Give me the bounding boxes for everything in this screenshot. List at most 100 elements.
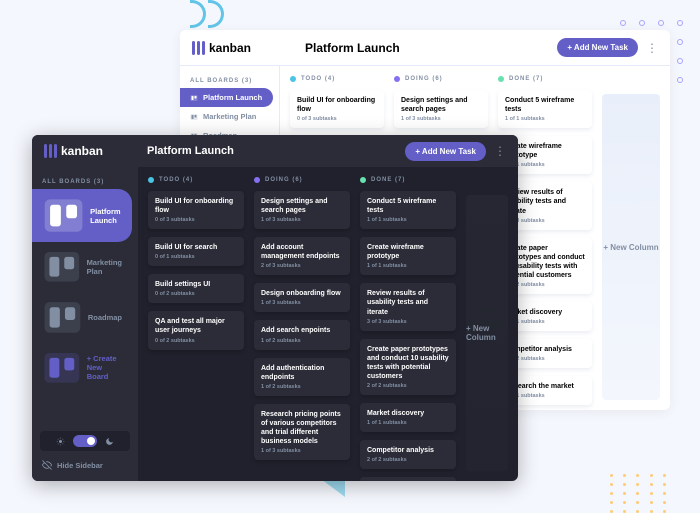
task-title: Competitor analysis [367,446,449,455]
task-title: QA and test all major user journeys [155,317,237,335]
column-name: DONE (7) [509,76,543,82]
sidebar-item-label: Marketing Plan [203,112,256,121]
status-dot-icon [498,76,504,82]
task-subtasks: 1 of 1 subtasks [505,116,585,122]
task-card[interactable]: Review results of usability tests and it… [360,283,456,330]
add-task-button[interactable]: + Add New Task [405,142,486,161]
task-card[interactable]: Add account management endpoints 2 of 3 s… [254,237,350,275]
task-subtasks: 2 of 2 subtasks [367,383,449,389]
logo-bars-icon [44,144,57,158]
task-subtasks: 1 of 1 subtasks [367,263,449,269]
task-subtasks: 3 of 3 subtasks [367,319,449,325]
task-title: Review results of usability tests and it… [367,289,449,316]
task-subtasks: 1 of 3 subtasks [401,116,481,122]
sidebar-item-label: Marketing Plan [87,258,122,276]
task-title: Research pricing points of various compe… [261,410,343,446]
logo-bars-icon [192,41,205,55]
status-dot-icon [290,76,296,82]
sidebar-item-marketing-plan[interactable]: Marketing Plan [32,242,132,292]
task-subtasks: 1 of 3 subtasks [261,448,343,454]
create-board-label: + Create New Board [87,354,122,381]
column-header: DOING (6) [254,177,350,183]
sidebar-item-marketing-plan[interactable]: Marketing Plan [180,107,273,126]
sidebar-item-platform-launch[interactable]: Platform Launch [180,88,273,107]
create-board-button[interactable]: + Create New Board [32,343,132,393]
task-card[interactable]: Research pricing points of various compe… [254,404,350,460]
status-dot-icon [148,177,154,183]
task-subtasks: 1 of 2 subtasks [261,384,343,390]
task-title: Add account management endpoints [261,243,343,261]
task-subtasks: 1 of 3 subtasks [261,217,343,223]
column-name: TODO (4) [159,177,193,183]
task-card[interactable]: Create paper prototypes and conduct 10 u… [360,339,456,395]
task-card[interactable]: Build UI for onboarding flow0 of 3 subta… [148,191,244,229]
column-name: DONE (7) [371,177,405,183]
task-card[interactable]: Add authentication endpoints1 of 2 subta… [254,358,350,396]
column-header: DONE (7) [360,177,456,183]
task-card[interactable]: Competitor analysis 2 of 2 subtasks [360,440,456,469]
status-dot-icon [254,177,260,183]
logo: kanban [44,144,103,158]
logo: kanban [192,41,251,55]
boards-heading: ALL BOARDS (3) [180,74,279,88]
boards-heading: ALL BOARDS (3) [32,175,138,189]
task-title: Create paper prototypes and conduct 10 u… [367,345,449,381]
column-header: DOING (6) [394,76,488,82]
task-card[interactable]: Design settings and search pages1 of 3 s… [394,90,488,128]
task-card[interactable]: Conduct 5 wireframe tests1 of 1 subtasks [360,191,456,229]
task-title: Market discovery [367,409,449,418]
sidebar-item-label: Roadmap [88,313,122,322]
kebab-menu-icon[interactable]: ⋮ [494,144,506,158]
column-name: DOING (6) [265,177,303,183]
task-subtasks: 2 of 3 subtasks [261,263,343,269]
task-title: Build UI for onboarding flow [155,197,237,215]
sun-icon [56,437,65,446]
new-column-button[interactable]: + New Column [466,195,508,471]
task-card[interactable]: Design onboarding flow 1 of 3 subtasks [254,283,350,312]
task-subtasks: 2 of 2 subtasks [367,457,449,463]
column-name: TODO (4) [301,76,335,82]
task-subtasks: 0 of 2 subtasks [155,291,237,297]
task-card[interactable]: Build settings UI0 of 2 subtasks [148,274,244,303]
add-task-button[interactable]: + Add New Task [557,38,638,57]
column: DOING (6) Design settings and search page… [254,177,350,471]
sidebar-item-label: Platform Launch [90,207,122,225]
app-name: kanban [209,41,251,55]
sidebar-item-platform-launch[interactable]: Platform Launch [32,189,132,242]
task-card[interactable]: Add search enpoints1 of 2 subtasks [254,320,350,349]
eye-off-icon [42,460,52,470]
task-subtasks: 1 of 3 subtasks [261,300,343,306]
new-column-button[interactable]: + New Column [602,94,660,400]
status-dot-icon [360,177,366,183]
task-subtasks: 0 of 3 subtasks [297,116,377,122]
toggle-switch[interactable] [73,435,97,447]
column-header: DONE (7) [498,76,592,82]
column-header: TODO (4) [148,177,244,183]
sidebar-item-label: Platform Launch [203,93,262,102]
task-subtasks: 1 of 1 subtasks [367,420,449,426]
sidebar-item-roadmap[interactable]: Roadmap [32,292,132,343]
header: kanban Platform Launch + Add New Task ⋮ [32,135,518,167]
task-subtasks: 0 of 1 subtasks [155,254,237,260]
task-subtasks: 0 of 2 subtasks [155,338,237,344]
task-card[interactable]: Conduct 5 wireframe tests1 of 1 subtasks [498,90,592,128]
theme-toggle[interactable] [40,431,130,451]
task-card[interactable]: Create wireframe prototype1 of 1 subtask… [360,237,456,275]
task-card[interactable]: Market discovery 1 of 1 subtasks [360,403,456,432]
moon-icon [105,437,114,446]
column-header: TODO (4) [290,76,384,82]
page-title: Platform Launch [305,41,400,55]
hide-sidebar-button[interactable]: Hide Sidebar [40,457,130,473]
task-card[interactable]: Build UI for onboarding flow0 of 3 subta… [290,90,384,128]
task-card[interactable]: Build UI for search0 of 1 subtasks [148,237,244,266]
sidebar: ALL BOARDS (3) Platform Launch Marketing … [32,167,138,481]
column: DONE (7) Conduct 5 wireframe tests1 of 1 … [360,177,456,471]
task-card[interactable]: Research the market1 of 1 subtasks [360,477,456,481]
app-name: kanban [61,144,103,158]
task-card[interactable]: QA and test all major user journeys 0 of … [148,311,244,349]
app-dark-window: kanban Platform Launch + Add New Task ⋮ … [32,135,518,481]
task-subtasks: 1 of 1 subtasks [367,217,449,223]
task-card[interactable]: Design settings and search pages1 of 3 s… [254,191,350,229]
kebab-menu-icon[interactable]: ⋮ [646,41,658,55]
task-title: Design onboarding flow [261,289,343,298]
